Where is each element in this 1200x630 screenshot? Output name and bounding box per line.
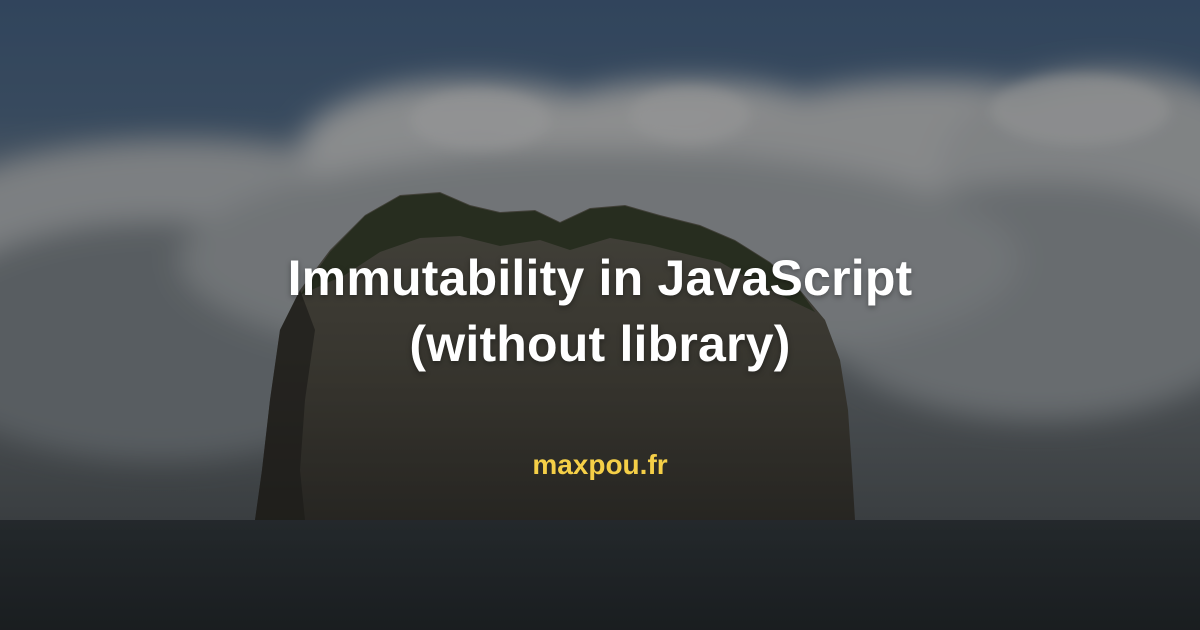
content: Immutability in JavaScript (without libr… (0, 0, 1200, 630)
post-title-line-2: (without library) (409, 316, 791, 372)
site-domain: maxpou.fr (532, 449, 668, 480)
post-title-line-1: Immutability in JavaScript (287, 250, 913, 306)
social-card: Immutability in JavaScript (without libr… (0, 0, 1200, 630)
